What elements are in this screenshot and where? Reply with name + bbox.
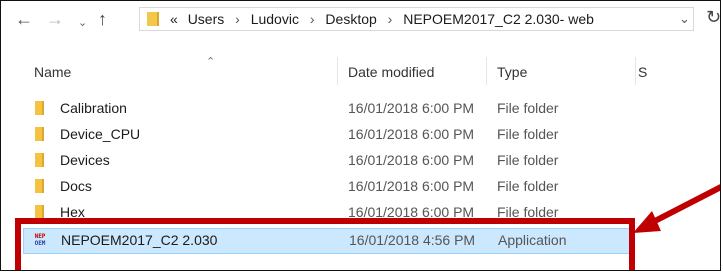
explorer-window: ← → ⌄ ↑ « Users › Ludovic › Desktop › NE…: [0, 0, 721, 271]
annotation-arrow: [633, 184, 720, 233]
annotation-arrow-shaft: [649, 184, 720, 226]
annotation-arrow-head: [633, 211, 661, 233]
